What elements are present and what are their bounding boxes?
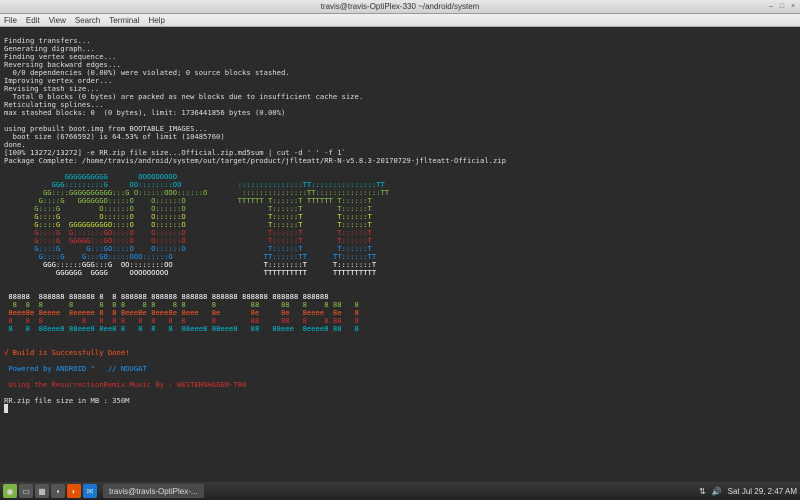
- menu-edit[interactable]: Edit: [26, 16, 40, 25]
- minimize-button[interactable]: –: [767, 3, 775, 11]
- network-icon[interactable]: ⇅: [699, 487, 706, 496]
- volume-icon[interactable]: 🔊: [712, 487, 722, 496]
- menu-view[interactable]: View: [49, 16, 66, 25]
- taskbar-left: ◉ ▭ ▦ ▪ ◐ ✉ travis@travis-OptiPlex-...: [3, 484, 204, 498]
- line: max stashed blocks: 0 (0 bytes), limit: …: [4, 108, 285, 117]
- ascii-art: GGGGGG GGGG OOOOOOOOO TTTTTTTTTT TTTTTTT…: [4, 268, 376, 277]
- cursor: [4, 404, 8, 413]
- firefox-icon[interactable]: ◐: [67, 484, 81, 498]
- terminal-window: travis@travis-OptiPlex-330 ~/android/sys…: [0, 0, 800, 482]
- menu-file[interactable]: File: [4, 16, 17, 25]
- taskbar-right: ⇅ 🔊 Sat Jul 29, 2:47 AM: [699, 487, 797, 496]
- titlebar: travis@travis-OptiPlex-330 ~/android/sys…: [0, 0, 800, 14]
- remix-credit: Using the ResurrectionRemix Music By : W…: [4, 380, 246, 389]
- menu-search[interactable]: Search: [75, 16, 100, 25]
- close-button[interactable]: ×: [789, 3, 797, 11]
- clock[interactable]: Sat Jul 29, 2:47 AM: [728, 487, 797, 496]
- window-controls: – □ ×: [767, 3, 797, 11]
- terminal-output[interactable]: Finding transfers... Generating digraph.…: [0, 27, 800, 482]
- powered-by: Powered by ANDROID " // NOUGAT: [4, 364, 147, 373]
- file-size: RR.zip file size in MB : 350M: [4, 396, 130, 405]
- taskbar: ◉ ▭ ▦ ▪ ◐ ✉ travis@travis-OptiPlex-... ⇅…: [0, 482, 800, 500]
- menu-terminal[interactable]: Terminal: [109, 16, 139, 25]
- window-title: travis@travis-OptiPlex-330 ~/android/sys…: [321, 2, 480, 11]
- line: boot size (6766592) is 64.53% of limit (…: [4, 132, 225, 141]
- show-desktop-icon[interactable]: ▭: [19, 484, 33, 498]
- thunderbird-icon[interactable]: ✉: [83, 484, 97, 498]
- start-menu-icon[interactable]: ◉: [3, 484, 17, 498]
- maximize-button[interactable]: □: [778, 3, 786, 11]
- build-done: √ Build is Successfully Done!: [4, 348, 130, 357]
- menu-help[interactable]: Help: [148, 16, 164, 25]
- ascii-art: 8 8 88eee8 88eee8 8ee8 8 8 8 8 88eee8 88…: [4, 324, 359, 333]
- menubar: File Edit View Search Terminal Help: [0, 14, 800, 27]
- taskbar-app[interactable]: travis@travis-OptiPlex-...: [103, 484, 204, 498]
- file-manager-icon[interactable]: ▦: [35, 484, 49, 498]
- line: Package Complete: /home/travis/android/s…: [4, 156, 506, 165]
- terminal-icon[interactable]: ▪: [51, 484, 65, 498]
